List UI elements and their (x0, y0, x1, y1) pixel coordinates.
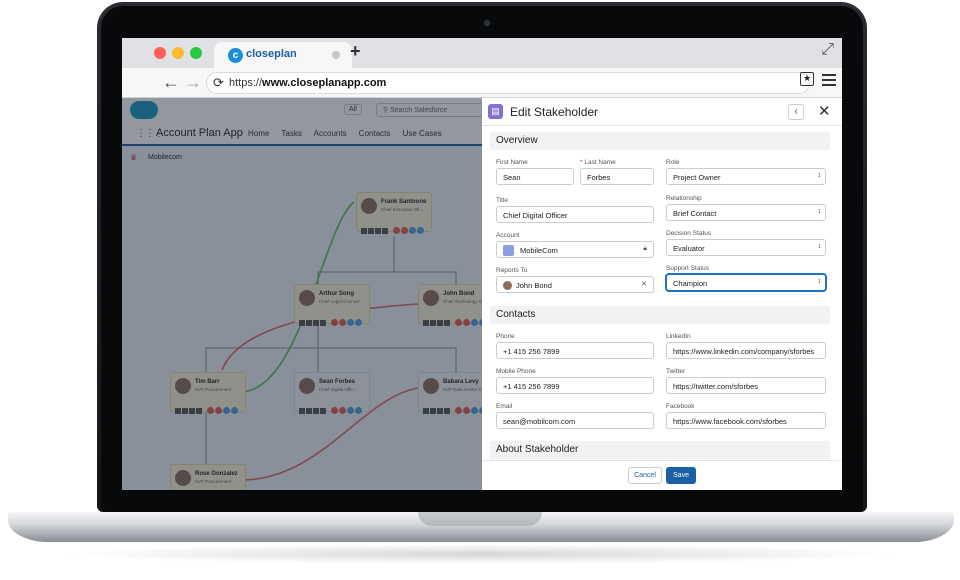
lock-icon: 🔒︎ (643, 245, 647, 252)
laptop-notch (418, 512, 542, 526)
support-status-label: Support Status (666, 265, 709, 272)
panel-body[interactable]: Overview First Name Sean * Last Name For… (482, 126, 842, 460)
linkedin-label: LinkedIn (666, 333, 691, 340)
first-name-field[interactable]: Sean (496, 168, 574, 185)
mobile-phone-label: Mobile Phone (496, 368, 536, 375)
section-contacts: Contacts (490, 306, 830, 324)
reload-icon[interactable]: ⟳ (213, 75, 224, 91)
linkedin-field[interactable]: https://www.linkedin.com/company/sforbes (666, 342, 826, 359)
email-label: Email (496, 403, 513, 410)
clear-icon[interactable]: ✕ (641, 280, 647, 288)
panel-header: ▤ Edit Stakeholder ‹ ✕ (482, 98, 842, 126)
twitter-label: Twitter (666, 368, 686, 375)
relationship-select[interactable]: Brief Contact (666, 204, 826, 221)
camera-icon (484, 20, 490, 26)
mobile-phone-field[interactable]: +1 415 256 7899 (496, 377, 654, 394)
last-name-label-text: Last Name (584, 159, 616, 166)
tab-close-icon[interactable] (332, 51, 340, 59)
window-minimize-dot[interactable] (172, 47, 184, 59)
last-name-label: * Last Name (580, 159, 616, 166)
save-button[interactable]: Save (666, 467, 696, 484)
laptop-shadow (60, 544, 900, 564)
closeplan-logo-icon: c (228, 48, 243, 63)
edit-stakeholder-panel: ▤ Edit Stakeholder ‹ ✕ Overview First Na… (482, 98, 842, 490)
reports-to-label: Reports To (496, 267, 528, 274)
cancel-button[interactable]: Cancel (628, 467, 662, 484)
role-label: Role (666, 159, 680, 166)
panel-footer: Cancel Save (482, 460, 842, 490)
browser-tab-bar: c closeplan + ⤢ (122, 38, 842, 68)
forward-arrow-icon[interactable]: → (184, 72, 202, 93)
section-title: Contacts (496, 309, 536, 320)
reports-to-value: John Bond (516, 281, 552, 290)
email-field[interactable]: sean@mobilcom.com (496, 412, 654, 429)
decision-status-select[interactable]: Evaluator (666, 239, 826, 256)
panel-title: Edit Stakeholder (510, 105, 599, 119)
bookmark-star-icon[interactable]: ★ (800, 72, 814, 86)
section-overview: Overview (490, 132, 830, 150)
modal-backdrop[interactable] (122, 98, 482, 490)
required-mark: * (580, 159, 583, 166)
laptop-stage: c closeplan + ⤢ ← → ⟳ https://www.closep… (0, 0, 960, 580)
screen: c closeplan + ⤢ ← → ⟳ https://www.closep… (122, 38, 842, 490)
expand-icon[interactable]: ⤢ (821, 41, 834, 59)
relationship-label: Relationship (666, 195, 702, 202)
window-zoom-dot[interactable] (190, 47, 202, 59)
browser-address-bar: ← → ⟳ https://www.closeplanapp.com (122, 68, 842, 98)
account-label: Account (496, 232, 520, 239)
twitter-field[interactable]: https://twitter.com/sforbes (666, 377, 826, 394)
first-name-label: First Name (496, 159, 528, 166)
stakeholder-card-icon: ▤ (488, 104, 503, 119)
account-type-icon (503, 244, 514, 256)
chevron-left-icon[interactable]: ‹ (788, 104, 804, 120)
back-arrow-icon[interactable]: ← (162, 72, 180, 93)
title-field[interactable]: Chief Digital Officer (496, 206, 654, 223)
url-text: https://www.closeplanapp.com (229, 77, 386, 89)
section-title: Overview (496, 135, 538, 146)
phone-field[interactable]: +1 415 256 7899 (496, 342, 654, 359)
account-value: MobileCom (520, 246, 558, 255)
section-title: About Stakeholder (496, 444, 579, 455)
browser-tab[interactable]: c closeplan (214, 42, 352, 68)
reports-to-avatar (503, 280, 512, 290)
section-about-stakeholder: About Stakeholder (490, 441, 830, 459)
last-name-field[interactable]: Forbes (580, 168, 654, 185)
url-prefix: https:// (229, 77, 263, 89)
phone-label: Phone (496, 333, 515, 340)
title-label: Title (496, 197, 509, 204)
tab-title: closeplan (246, 48, 297, 60)
facebook-field[interactable]: https://www.facebook.com/sforbes (666, 412, 826, 429)
decision-status-label: Decision Status (666, 230, 712, 237)
hamburger-menu-icon[interactable] (822, 74, 836, 89)
account-field[interactable]: MobileCom 🔒︎ (496, 241, 654, 258)
reports-to-field[interactable]: John Bond ✕ (496, 276, 654, 293)
facebook-label: Facebook (666, 403, 695, 410)
support-status-select[interactable]: Champion (666, 274, 826, 291)
close-icon[interactable]: ✕ (818, 102, 831, 120)
new-tab-icon[interactable]: + (350, 41, 361, 62)
window-close-dot[interactable] (154, 47, 166, 59)
url-domain: www.closeplanapp.com (262, 77, 387, 89)
url-field[interactable]: ⟳ https://www.closeplanapp.com (206, 72, 810, 94)
role-select[interactable]: Project Owner (666, 168, 826, 185)
